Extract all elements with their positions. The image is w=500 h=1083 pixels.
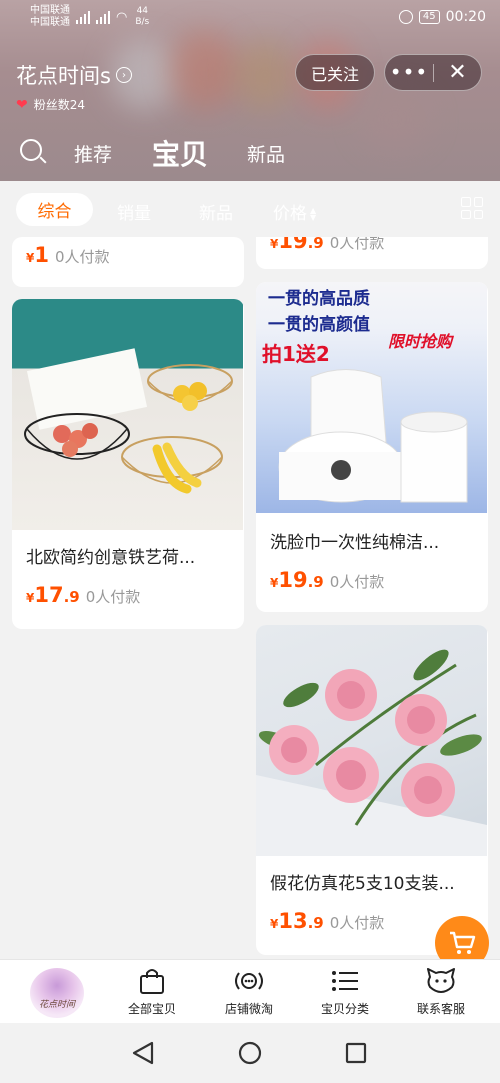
filter-sales[interactable]: 销量: [117, 199, 151, 224]
shop-logo[interactable]: 花点时间: [30, 968, 84, 1018]
tab-recommend[interactable]: 推荐: [74, 140, 112, 167]
close-button[interactable]: ✕: [434, 54, 481, 91]
nav-customer-service[interactable]: 联系客服: [396, 966, 486, 1017]
nav-weitao[interactable]: 店铺微淘: [204, 966, 294, 1017]
product-title: 洗脸巾一次性纯棉洁...: [270, 533, 440, 553]
product-image: [12, 299, 243, 530]
heart-icon: ❤: [16, 96, 28, 113]
recents-icon[interactable]: [345, 1042, 367, 1064]
battery-icon: 45: [418, 10, 440, 24]
alarm-icon: [398, 10, 413, 24]
sold-count: 0人付款: [329, 237, 385, 252]
price: ¥1: [26, 243, 49, 267]
chevron-right-icon: ›: [115, 67, 132, 83]
product-title: 北欧简约创意铁艺荷...: [26, 548, 196, 568]
filter-price[interactable]: 价格 ▲ ▼: [273, 199, 316, 224]
sold-count: 0人付款: [85, 588, 141, 606]
sold-count: 0人付款: [329, 573, 385, 591]
price: ¥17.9: [26, 583, 80, 607]
price: ¥19.9: [270, 237, 324, 253]
list-icon: [332, 971, 358, 991]
clock: 00:20: [445, 9, 486, 25]
broadcast-icon: [235, 972, 263, 990]
fans-count: ❤ 粉丝数24: [16, 96, 86, 113]
shop-header: 中国联通 中国联通 ◠ 44 B/s 45 00:20 花点时间s › 已关注 …: [0, 0, 500, 181]
status-bar: 中国联通 中国联通 ◠ 44 B/s 45 00:20: [0, 0, 500, 34]
nav-all-products[interactable]: 全部宝贝: [107, 966, 197, 1017]
wifi-icon: ◠: [116, 9, 128, 25]
product-image: [256, 625, 487, 856]
shopping-bag-icon: [140, 969, 164, 994]
carrier-2: 中国联通: [30, 17, 70, 28]
filter-bar: 综合 销量 新品 价格 ▲ ▼: [0, 181, 500, 237]
price: ¥13.9: [270, 909, 324, 933]
shop-bottom-nav: 花点时间 全部宝贝 店铺微淘 宝贝分类 联系客服: [0, 959, 500, 1023]
grid-view-toggle-icon[interactable]: [461, 197, 483, 219]
sort-arrows-icon: ▲ ▼: [310, 206, 317, 222]
product-card[interactable]: 北欧简约创意铁艺荷... ¥17.9 0人付款: [12, 299, 244, 629]
product-title: 假花仿真花5支10支装...: [270, 874, 455, 894]
sold-count: 0人付款: [54, 248, 110, 266]
sold-count: 0人付款: [329, 914, 385, 932]
shop-name[interactable]: 花点时间s ›: [16, 60, 132, 90]
net-speed: 44 B/s: [135, 6, 150, 27]
filter-comprehensive[interactable]: 综合: [16, 193, 93, 226]
product-image: 一贯的高品质 一贯的高颜值 拍1送2 限时抢购: [256, 282, 487, 513]
signal-icon-2: [96, 10, 110, 24]
product-card[interactable]: 一贯的高品质 一贯的高颜值 拍1送2 限时抢购 洗脸巾一次性纯棉洁... ¥19…: [256, 282, 488, 612]
system-nav-bar: [0, 1023, 500, 1083]
product-card[interactable]: ¥19.9 0人付款: [256, 237, 488, 269]
nav-categories[interactable]: 宝贝分类: [300, 966, 390, 1017]
home-icon[interactable]: [238, 1041, 262, 1065]
follow-button[interactable]: 已关注: [295, 54, 375, 91]
shop-tabs: 推荐 宝贝 新品: [0, 130, 500, 176]
tab-products[interactable]: 宝贝: [152, 133, 208, 173]
search-icon[interactable]: [20, 139, 47, 165]
back-icon[interactable]: [132, 1041, 154, 1065]
filter-new[interactable]: 新品: [199, 199, 233, 224]
product-card[interactable]: ¥1 0人付款: [12, 237, 244, 287]
price: ¥19.9: [270, 568, 324, 592]
more-button[interactable]: •••: [385, 54, 433, 91]
tab-new[interactable]: 新品: [247, 140, 285, 167]
chat-face-icon: [427, 968, 455, 993]
cart-icon: [450, 931, 476, 954]
product-card[interactable]: 假花仿真花5支10支装... ¥13.9 0人付款: [256, 625, 488, 955]
miniapp-capsule: ••• ✕: [384, 54, 482, 91]
carrier-1: 中国联通: [30, 5, 70, 16]
signal-icon: [76, 10, 90, 24]
